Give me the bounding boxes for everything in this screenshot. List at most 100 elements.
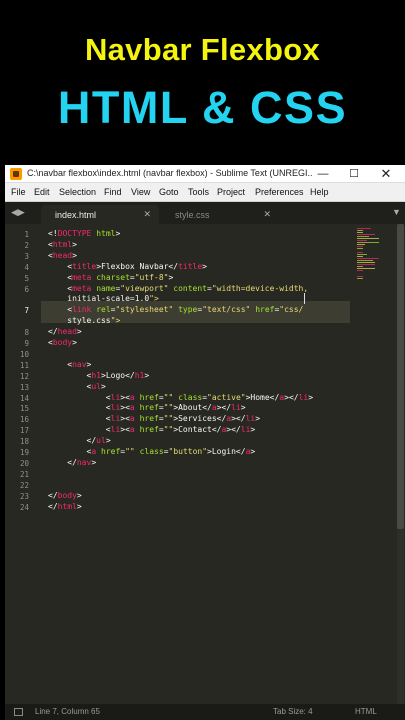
line-number: 19 [19,448,29,457]
minimap-line [357,252,363,253]
tab-style-css[interactable]: style.css ✕ [161,205,279,224]
close-button[interactable]: ✕ [371,166,401,182]
line-number: 13 [19,382,29,392]
tab-index-html[interactable]: index.html ✕ [41,205,159,224]
menu-selection[interactable]: Selection [59,187,96,197]
window-title: C:\navbar flexbox\index.html (navbar fle… [27,168,312,178]
minimap-line [357,270,363,271]
minimap[interactable] [355,224,391,424]
minimap-line [357,244,365,245]
code-line: initial-scale=1.0"> [48,294,159,304]
code-line: style.css"> [48,316,121,326]
line-number: 7 [24,306,29,316]
line-number: 16 [19,415,29,425]
code-line: <!DOCTYPE html> [48,229,121,238]
code-line: <li><a href="">Contact</a></li> [48,425,256,435]
code-line: <h1>Logo</h1> [48,370,150,380]
menu-preferences[interactable]: Preferences [255,187,304,197]
menu-tools[interactable]: Tools [188,187,209,197]
minimap-line [357,268,375,269]
minimize-button[interactable]: — [308,166,338,182]
maximize-button[interactable]: ☐ [339,166,369,182]
tab-size[interactable]: Tab Size: 4 [273,707,313,716]
line-number: 9 [24,339,29,348]
minimap-line [357,230,363,231]
window-titlebar: C:\navbar flexbox\index.html (navbar fle… [5,165,405,183]
syntax-mode[interactable]: HTML [355,707,377,716]
minimap-line [357,260,373,261]
line-number: 21 [19,469,29,479]
sublime-window: C:\navbar flexbox\index.html (navbar fle… [5,165,405,720]
minimap-line [357,242,379,243]
panel-toggle-icon[interactable] [14,708,23,716]
minimap-line [357,276,363,277]
tab-scroll-arrows-icon[interactable]: ◀▶ [11,207,25,218]
minimap-line [357,228,371,229]
tab-bar: ◀▶ index.html ✕ style.css ✕ ▼ [5,202,405,224]
line-number: 23 [19,491,29,501]
code-line: <body> [48,338,77,347]
menu-view[interactable]: View [131,187,150,197]
cursor-position: Line 7, Column 65 [35,707,100,716]
line-number: 10 [19,349,29,359]
minimap-line [357,266,363,267]
tab-close-icon[interactable]: ✕ [263,209,271,220]
minimap-line [357,248,363,249]
line-number: 3 [24,251,29,261]
line-number: 8 [24,328,29,338]
code-line: <link rel="stylesheet" type="text/css" h… [48,305,304,315]
menu-bar: File Edit Selection Find View Goto Tools… [5,183,405,202]
banner-title: Navbar Flexbox [84,32,321,67]
minimap-line [357,236,369,237]
minimap-line [357,234,375,235]
menu-edit[interactable]: Edit [34,187,50,197]
minimap-line [357,254,367,255]
code-line: <nav> [48,359,92,369]
line-number: 18 [19,437,29,447]
minimap-line [357,264,375,265]
code-line: </nav> [48,457,97,467]
code-line: <ul> [48,381,106,391]
code-line: <title>Flexbox Navbar</title> [48,261,207,271]
code-line: </html> [48,501,82,511]
code-line: <meta name="viewport" content="width=dev… [48,283,309,293]
code-line: <a href="" class="button">Login</a> [48,447,256,456]
line-number: 1 [24,230,29,239]
line-number: 6 [24,284,29,294]
menu-file[interactable]: File [11,187,26,197]
minimap-line [357,258,379,259]
menu-project[interactable]: Project [217,187,245,197]
tab-label: style.css [175,210,210,220]
tab-list-dropdown-icon[interactable]: ▼ [392,207,401,217]
code-line: <li><a href="" class="active">Home</a></… [48,392,314,402]
line-number: 17 [19,426,29,436]
code-line: <li><a href="">About</a></li> [48,403,246,413]
menu-goto[interactable]: Goto [159,187,179,197]
code-line: <li><a href="">Services</a></li> [48,414,261,424]
menu-find[interactable]: Find [104,187,122,197]
line-number: 20 [19,458,29,468]
line-number: 15 [19,404,29,414]
line-number: 12 [19,371,29,381]
minimap-line [357,278,363,279]
code-line: </body> [48,490,82,500]
line-number: 24 [19,502,29,512]
code-line: <html> [48,239,77,249]
video-banner: Navbar Flexbox HTML & CSS [0,0,405,165]
code-line: </ul> [48,436,111,446]
minimap-line [357,246,363,247]
status-bar: Line 7, Column 65 Tab Size: 4 HTML [5,704,405,720]
line-number: 5 [24,273,29,283]
minimap-line [357,238,379,239]
scrollbar-thumb[interactable] [397,224,404,529]
code-editor[interactable]: 1 2 3 4 5 6 7 8 9 10 11 12 13 14 15 16 17 18 19 20 21 22 23 24 … [5,224,405,704]
code-line: </head> [48,327,82,337]
banner-subtitle: HTML & CSS [57,82,348,133]
text-cursor [304,293,305,304]
menu-help[interactable]: Help [310,187,329,197]
minimap-line [357,240,367,241]
code-line: <meta charset="utf-8"> [48,272,174,282]
tab-close-icon[interactable]: ✕ [143,209,151,220]
line-number: 4 [24,262,29,272]
sublime-app-icon [10,168,22,180]
